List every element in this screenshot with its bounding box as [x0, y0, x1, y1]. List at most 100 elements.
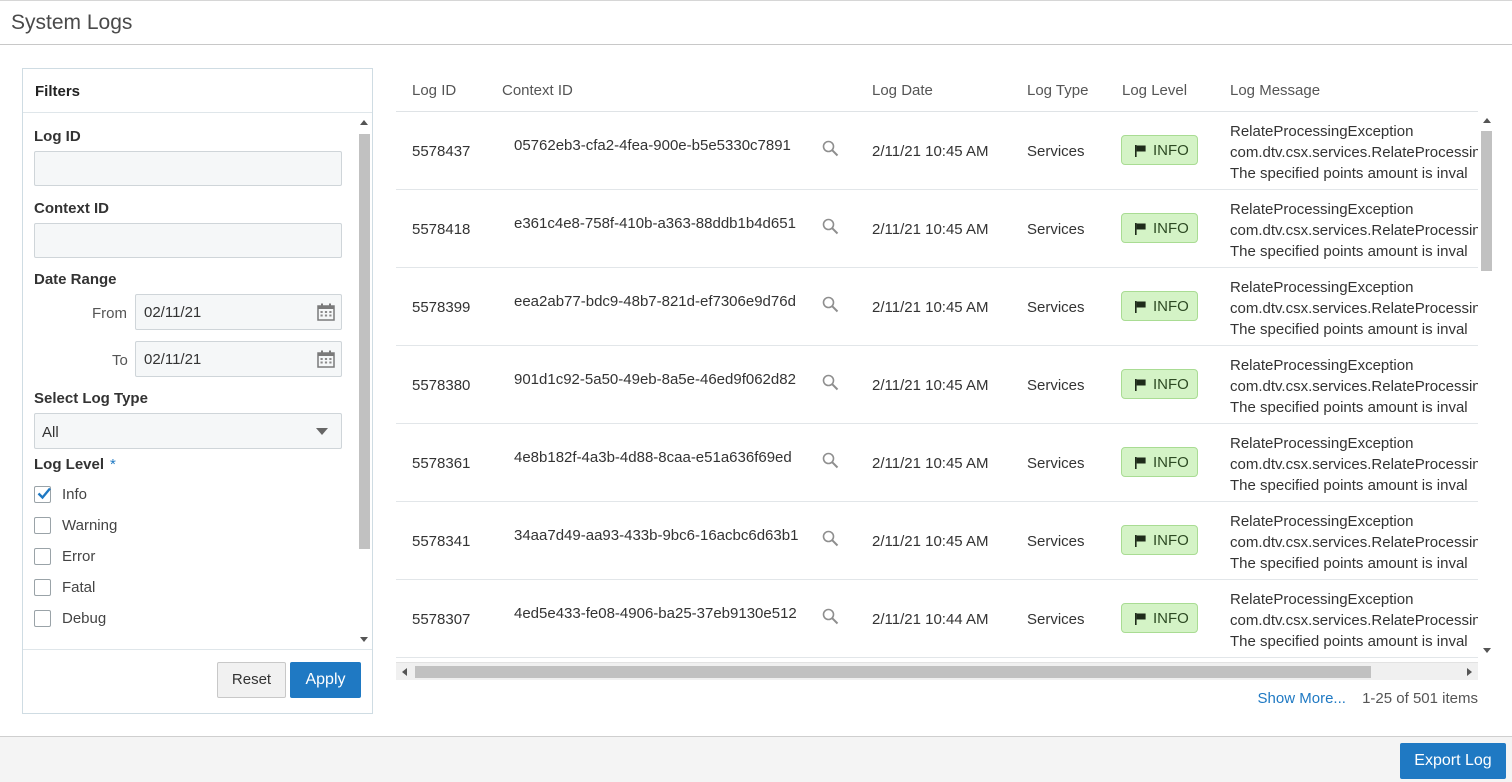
- table-row[interactable]: 5578307 4ed5e433-fe08-4906-ba25-37eb9130…: [396, 580, 1478, 658]
- table-row[interactable]: 5578361 4e8b182f-4a3b-4d88-8caa-e51a636f…: [396, 424, 1478, 502]
- checkbox-debug[interactable]: [34, 610, 51, 627]
- log-level-text: INFO: [1153, 376, 1189, 393]
- filters-scrollbar-thumb[interactable]: [359, 134, 370, 549]
- table-row[interactable]: 5578341 34aa7d49-aa93-433b-9bc6-16acbc6d…: [396, 502, 1478, 580]
- log-message-line: The specified points amount is inval: [1230, 555, 1468, 572]
- log-level-text: INFO: [1153, 298, 1189, 315]
- magnifier-icon[interactable]: [822, 530, 839, 547]
- log-id-cell: 5578341: [412, 533, 471, 550]
- log-id-cell: 5578437: [412, 143, 471, 160]
- log-type-select[interactable]: All: [34, 413, 342, 449]
- magnifier-icon[interactable]: [822, 452, 839, 469]
- log-level-label: Log Level *: [34, 456, 116, 473]
- column-header-log-level[interactable]: Log Level: [1122, 82, 1187, 99]
- date-from-field[interactable]: 02/11/21: [135, 294, 342, 330]
- column-header-log-message[interactable]: Log Message: [1230, 82, 1320, 99]
- log-level-text: INFO: [1153, 532, 1189, 549]
- table-header: Log ID Context ID Log Date Log Type Log …: [396, 68, 1478, 112]
- log-id-cell: 5578361: [412, 455, 471, 472]
- log-type-cell: Services: [1027, 611, 1085, 628]
- log-level-badge: INFO: [1121, 447, 1198, 477]
- context-id-cell: 34aa7d49-aa93-433b-9bc6-16acbc6d63b1: [514, 527, 799, 544]
- column-header-log-type[interactable]: Log Type: [1027, 82, 1088, 99]
- scroll-up-icon[interactable]: [1483, 118, 1491, 123]
- flag-icon: [1135, 145, 1146, 157]
- context-id-cell: eea2ab77-bdc9-48b7-821d-ef7306e9d76d: [514, 293, 796, 310]
- table-row[interactable]: 5578437 05762eb3-cfa2-4fea-900e-b5e5330c…: [396, 112, 1478, 190]
- log-message-line: RelateProcessingException: [1230, 279, 1414, 296]
- magnifier-icon[interactable]: [822, 608, 839, 625]
- required-marker: *: [110, 456, 116, 473]
- log-message-line: RelateProcessingException: [1230, 591, 1414, 608]
- checkbox-label-debug: Debug: [62, 610, 107, 627]
- flag-icon: [1135, 223, 1146, 235]
- calendar-icon[interactable]: [317, 303, 335, 321]
- magnifier-icon[interactable]: [822, 218, 839, 235]
- show-more-link[interactable]: Show More...: [1258, 690, 1346, 707]
- column-header-log-id[interactable]: Log ID: [412, 82, 456, 99]
- filters-panel: Filters Log ID Context ID Date Range Fro…: [22, 68, 373, 714]
- table-vertical-scrollbar[interactable]: [1478, 112, 1494, 658]
- magnifier-icon[interactable]: [822, 140, 839, 157]
- scroll-right-icon[interactable]: [1467, 668, 1472, 676]
- apply-button[interactable]: Apply: [290, 662, 361, 698]
- table-vertical-scrollbar-thumb[interactable]: [1481, 131, 1492, 271]
- context-id-input[interactable]: [34, 223, 342, 258]
- table-row[interactable]: 5578418 e361c4e8-758f-410b-a363-88ddb1b4…: [396, 190, 1478, 268]
- date-to-value: 02/11/21: [144, 351, 202, 368]
- checkbox-label-fatal: Fatal: [62, 579, 96, 596]
- scroll-down-icon[interactable]: [360, 637, 368, 642]
- table-horizontal-scrollbar-thumb[interactable]: [415, 666, 1371, 678]
- context-id-cell: 05762eb3-cfa2-4fea-900e-b5e5330c7891: [514, 137, 791, 154]
- filters-scrollbar[interactable]: [355, 114, 372, 647]
- log-message-line: The specified points amount is inval: [1230, 399, 1468, 416]
- chevron-down-icon: [316, 428, 328, 435]
- checkbox-info[interactable]: [34, 486, 51, 503]
- magnifier-icon[interactable]: [822, 374, 839, 391]
- checkbox-fatal[interactable]: [34, 579, 51, 596]
- scroll-down-icon[interactable]: [1483, 648, 1491, 653]
- log-table: Log ID Context ID Log Date Log Type Log …: [396, 68, 1494, 680]
- log-level-text: INFO: [1153, 142, 1189, 159]
- checkbox-warning[interactable]: [34, 517, 51, 534]
- flag-icon: [1135, 613, 1146, 625]
- filters-heading: Filters: [23, 69, 372, 113]
- checkbox-error[interactable]: [34, 548, 51, 565]
- log-type-cell: Services: [1027, 299, 1085, 316]
- table-horizontal-scrollbar[interactable]: [396, 662, 1478, 680]
- scroll-left-icon[interactable]: [402, 668, 407, 676]
- log-message-line: com.dtv.csx.services.RelateProcessin: [1230, 456, 1478, 473]
- log-id-input[interactable]: [34, 151, 342, 186]
- table-row[interactable]: 5578399 eea2ab77-bdc9-48b7-821d-ef7306e9…: [396, 268, 1478, 346]
- log-level-badge: INFO: [1121, 525, 1198, 555]
- filters-body: Log ID Context ID Date Range From 02/11/…: [23, 114, 372, 647]
- log-level-text: INFO: [1153, 454, 1189, 471]
- date-from-value: 02/11/21: [144, 304, 202, 321]
- log-message-line: RelateProcessingException: [1230, 435, 1414, 452]
- pager: Show More... 1-25 of 501 items: [1258, 690, 1478, 707]
- table-body: 5578437 05762eb3-cfa2-4fea-900e-b5e5330c…: [396, 112, 1478, 658]
- column-header-context-id[interactable]: Context ID: [502, 82, 573, 99]
- reset-button[interactable]: Reset: [217, 662, 286, 698]
- calendar-icon[interactable]: [317, 350, 335, 368]
- log-date-cell: 2/11/21 10:45 AM: [872, 299, 989, 316]
- log-level-text: INFO: [1153, 220, 1189, 237]
- log-type-cell: Services: [1027, 377, 1085, 394]
- log-level-badge: INFO: [1121, 369, 1198, 399]
- log-message-line: RelateProcessingException: [1230, 123, 1414, 140]
- log-level-badge: INFO: [1121, 603, 1198, 633]
- magnifier-icon[interactable]: [822, 296, 839, 313]
- log-type-cell: Services: [1027, 533, 1085, 550]
- log-id-cell: 5578307: [412, 611, 471, 628]
- date-to-field[interactable]: 02/11/21: [135, 341, 342, 377]
- log-date-cell: 2/11/21 10:45 AM: [872, 377, 989, 394]
- scroll-up-icon[interactable]: [360, 120, 368, 125]
- flag-icon: [1135, 535, 1146, 547]
- flag-icon: [1135, 457, 1146, 469]
- log-message-cell: RelateProcessingException com.dtv.csx.se…: [1230, 277, 1478, 340]
- table-row[interactable]: 5578380 901d1c92-5a50-49eb-8a5e-46ed9f06…: [396, 346, 1478, 424]
- log-id-cell: 5578418: [412, 221, 471, 238]
- column-header-log-date[interactable]: Log Date: [872, 82, 933, 99]
- export-log-button[interactable]: Export Log: [1400, 743, 1506, 779]
- page-title: System Logs: [11, 11, 133, 34]
